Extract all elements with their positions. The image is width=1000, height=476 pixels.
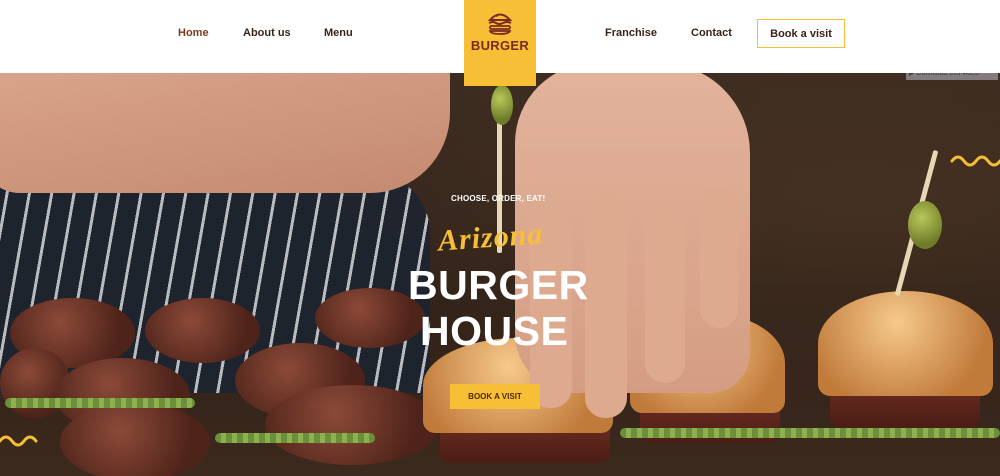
nav-about-us[interactable]: About us	[243, 27, 291, 39]
squiggle-decoration	[0, 435, 38, 447]
nav-contact[interactable]: Contact	[691, 27, 732, 39]
hero-script-title: Arizona	[436, 217, 545, 258]
burger-icon	[487, 13, 513, 35]
site-logo[interactable]: BURGER	[464, 0, 536, 86]
hero-title-line2: HOUSE	[420, 308, 569, 354]
hero-eyebrow: CHOOSE, ORDER, EAT!	[451, 194, 546, 203]
book-visit-button[interactable]: Book a visit	[757, 19, 845, 48]
nav-menu[interactable]: Menu	[324, 27, 353, 39]
squiggle-decoration	[950, 155, 1000, 167]
book-visit-cta[interactable]: BOOK A VISIT	[450, 384, 540, 409]
logo-text: BURGER	[470, 38, 530, 53]
hero-title-line1: BURGER	[408, 262, 589, 308]
nav-franchise[interactable]: Franchise	[605, 27, 657, 39]
hero-content: CHOOSE, ORDER, EAT! Arizona BURGER HOUSE…	[0, 73, 1000, 476]
nav-home[interactable]: Home	[178, 27, 209, 39]
